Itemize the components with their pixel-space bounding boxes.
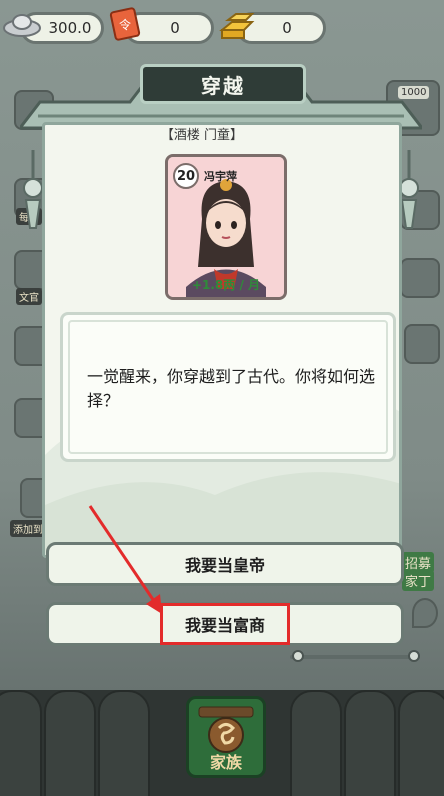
ticket-icon: 令 xyxy=(109,7,141,41)
ticket-amount: 0 xyxy=(170,19,180,37)
fence-post xyxy=(398,690,444,796)
dialog-title: 穿越 xyxy=(201,73,245,98)
story-box: 一觉醒来，你穿越到了古代。你将如何选择？ xyxy=(60,312,396,462)
silver-amount: 300.0 xyxy=(48,19,92,37)
fence-post xyxy=(98,690,150,796)
dialog-title-plaque: 穿越 xyxy=(140,64,306,104)
tutorial-highlight-box xyxy=(160,603,290,645)
family-button[interactable]: 家族 xyxy=(186,696,266,778)
slider-knob-left[interactable] xyxy=(292,650,304,662)
fence-post xyxy=(344,690,396,796)
story-text: 一觉醒来，你穿越到了古代。你将如何选择？ xyxy=(87,367,376,410)
fence-post xyxy=(44,690,96,796)
role-label: 【酒楼 门童】 xyxy=(160,128,244,143)
character-income: +1.8两 / 月 xyxy=(191,278,261,292)
gold-amount: 0 xyxy=(282,19,292,37)
fence-post xyxy=(290,690,342,796)
map-pin-icon xyxy=(412,598,438,628)
choice-emperor-label: 我要当皇帝 xyxy=(184,556,265,575)
tutorial-arrow-icon xyxy=(88,505,162,614)
slider-track[interactable] xyxy=(290,655,420,659)
gold-bar-icon xyxy=(219,13,255,39)
character-card: 20 冯宇萍 +1.8两 / 月 xyxy=(165,154,287,300)
character-level: 20 xyxy=(173,163,199,189)
family-button-label: 家族 xyxy=(209,753,242,772)
fence-post xyxy=(0,690,42,796)
slider-knob-right[interactable] xyxy=(408,650,420,662)
servant-label: 家丁 xyxy=(402,570,435,591)
silver-ingot-icon xyxy=(3,14,41,37)
svg-text:令: 令 xyxy=(119,17,131,32)
character-name: 冯宇萍 xyxy=(204,170,237,183)
